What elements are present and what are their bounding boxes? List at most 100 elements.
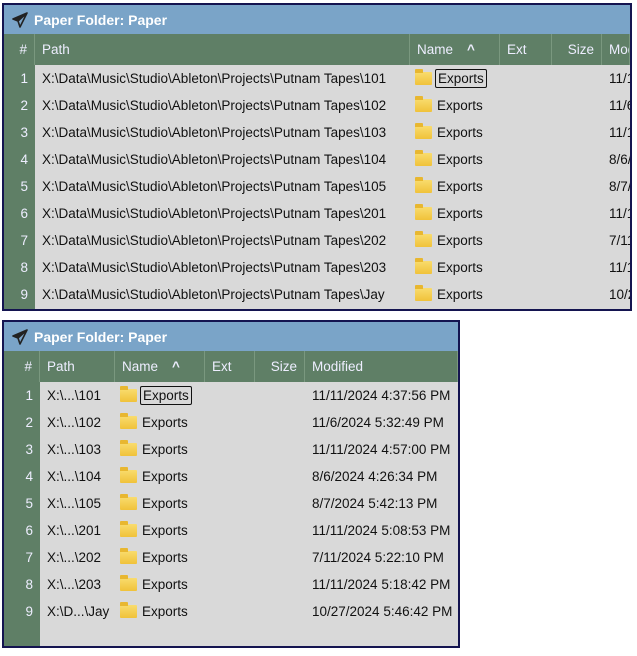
folder-icon <box>415 231 432 247</box>
cell-size-container <box>552 65 602 92</box>
table-row[interactable]: 6 X:\...\201 Exports 11/11/2024 5:08:53 PM <box>4 517 458 544</box>
table-row[interactable]: 5 X:\...\105 Exports 8/7/2024 5:42:13 PM <box>4 490 458 517</box>
cell-modified: 7/11/2024 5:22:10 PM <box>609 233 630 248</box>
cell-size-container <box>552 119 602 146</box>
cell-num-container: 6 <box>4 517 40 544</box>
cell-num: 7 <box>20 233 28 248</box>
cell-path-container: X:\...\101 <box>40 382 115 409</box>
cell-name: Exports <box>437 260 483 275</box>
cell-path-container: X:\...\102 <box>40 409 115 436</box>
cell-ext-container <box>500 92 552 119</box>
table-row[interactable]: 3 X:\Data\Music\Studio\Ableton\Projects\P… <box>4 119 630 146</box>
cell-path: X:\D...\Jay <box>47 604 110 619</box>
column-header-size[interactable]: Size <box>255 351 305 382</box>
cell-size-container <box>255 382 305 409</box>
cell-size-container <box>255 544 305 571</box>
table-row[interactable]: 8 X:\...\203 Exports 11/11/2024 5:18:42 PM <box>4 571 458 598</box>
cell-path-container: X:\...\202 <box>40 544 115 571</box>
cell-name: Exports <box>140 386 192 405</box>
cell-size-container <box>552 227 602 254</box>
cell-path: X:\Data\Music\Studio\Ableton\Projects\Pu… <box>42 152 387 167</box>
cell-modified-container: 11/11/2024 4:37:56 PM <box>305 382 458 409</box>
cell-size-container <box>255 598 305 625</box>
table-row[interactable]: 9 X:\D...\Jay Exports 10/27/2024 5:46:42 PM <box>4 598 458 625</box>
column-header-name[interactable]: Name ^ <box>115 351 205 382</box>
table-row[interactable]: 4 X:\Data\Music\Studio\Ableton\Projects\P… <box>4 146 630 173</box>
table-row[interactable]: 2 X:\...\102 Exports 11/6/2024 5:32:49 PM <box>4 409 458 436</box>
cell-num-container: 5 <box>4 173 35 200</box>
cell-size-container <box>255 409 305 436</box>
cell-path-container: X:\...\103 <box>40 436 115 463</box>
cell-ext-container <box>205 517 255 544</box>
cell-num: 5 <box>25 496 33 511</box>
cell-modified: 11/11/2024 4:57:00 PM <box>609 125 630 140</box>
cell-path: X:\...\101 <box>47 388 102 403</box>
folder-icon <box>120 548 137 564</box>
column-header-modified[interactable]: Modified <box>602 34 630 65</box>
cell-num: 9 <box>20 287 28 302</box>
cell-size-container <box>255 517 305 544</box>
table-row[interactable]: 8 X:\Data\Music\Studio\Ableton\Projects\P… <box>4 254 630 281</box>
panel-title-bar[interactable]: Paper Folder: Paper <box>4 5 630 34</box>
cell-num: 7 <box>25 550 33 565</box>
table-row[interactable]: 7 X:\...\202 Exports 7/11/2024 5:22:10 PM <box>4 544 458 571</box>
cell-modified: 8/7/2024 5:42:13 PM <box>609 179 630 194</box>
cell-modified-container: 11/6/2024 5:32:49 PM <box>602 92 630 119</box>
table-row[interactable]: 9 X:\Data\Music\Studio\Ableton\Projects\P… <box>4 281 630 308</box>
column-header-ext[interactable]: Ext <box>500 34 552 65</box>
column-size-label: Size <box>270 359 297 374</box>
cell-ext-container <box>500 146 552 173</box>
cell-modified-container: 8/7/2024 5:42:13 PM <box>602 173 630 200</box>
column-header-size[interactable]: Size <box>552 34 602 65</box>
table-row[interactable]: 2 X:\Data\Music\Studio\Ableton\Projects\P… <box>4 92 630 119</box>
cell-name: Exports <box>437 98 483 113</box>
file-list: 1 X:\Data\Music\Studio\Ableton\Projects\P… <box>4 65 630 308</box>
column-header-num[interactable]: # <box>4 351 40 382</box>
folder-icon <box>415 204 432 220</box>
cell-path-container: X:\Data\Music\Studio\Ableton\Projects\Pu… <box>35 173 410 200</box>
folder-icon <box>120 386 137 402</box>
column-header-name[interactable]: Name ^ <box>410 34 500 65</box>
table-row[interactable]: 7 X:\Data\Music\Studio\Ableton\Projects\P… <box>4 227 630 254</box>
cell-name-container: Exports <box>115 436 205 463</box>
cell-num: 6 <box>20 206 28 221</box>
cell-num: 4 <box>20 152 28 167</box>
panel-title-bar[interactable]: Paper Folder: Paper <box>4 322 458 351</box>
cell-name-container: Exports <box>115 382 205 409</box>
cell-path: X:\Data\Music\Studio\Ableton\Projects\Pu… <box>42 260 387 275</box>
cell-path: X:\...\103 <box>47 442 102 457</box>
panel-title: Paper Folder: Paper <box>34 11 168 28</box>
column-header-num[interactable]: # <box>4 34 35 65</box>
column-path-label: Path <box>42 42 70 57</box>
column-header-path[interactable]: Path <box>40 351 115 382</box>
cell-name: Exports <box>437 206 483 221</box>
table-row[interactable]: 1 X:\...\101 Exports 11/11/2024 4:37:56 PM <box>4 382 458 409</box>
folder-icon <box>120 575 137 591</box>
cell-name: Exports <box>142 469 188 484</box>
cell-size-container <box>255 463 305 490</box>
column-header-modified[interactable]: Modified <box>305 351 458 382</box>
cell-size-container <box>552 281 602 308</box>
cell-modified: 11/6/2024 5:32:49 PM <box>609 98 630 113</box>
column-header-path[interactable]: Path <box>35 34 410 65</box>
cell-name: Exports <box>435 69 487 88</box>
table-row[interactable]: 1 X:\Data\Music\Studio\Ableton\Projects\P… <box>4 65 630 92</box>
table-row[interactable]: 5 X:\Data\Music\Studio\Ableton\Projects\P… <box>4 173 630 200</box>
table-row[interactable]: 3 X:\...\103 Exports 11/11/2024 4:57:00 PM <box>4 436 458 463</box>
cell-name: Exports <box>142 496 188 511</box>
cell-modified-container: 11/11/2024 5:08:53 PM <box>305 517 458 544</box>
column-path-label: Path <box>47 359 75 374</box>
cell-name-container: Exports <box>115 571 205 598</box>
table-row[interactable]: 6 X:\Data\Music\Studio\Ableton\Projects\P… <box>4 200 630 227</box>
cell-num-container: 2 <box>4 409 40 436</box>
cell-ext-container <box>500 65 552 92</box>
cell-path: X:\Data\Music\Studio\Ableton\Projects\Pu… <box>42 71 387 86</box>
cell-modified-container: 11/6/2024 5:32:49 PM <box>305 409 458 436</box>
cell-path: X:\...\203 <box>47 577 102 592</box>
cell-name: Exports <box>437 179 483 194</box>
cell-modified-container: 7/11/2024 5:22:10 PM <box>602 227 630 254</box>
column-header-ext[interactable]: Ext <box>205 351 255 382</box>
cell-path-container: X:\Data\Music\Studio\Ableton\Projects\Pu… <box>35 119 410 146</box>
cell-name-container: Exports <box>410 65 500 92</box>
table-row[interactable]: 4 X:\...\104 Exports 8/6/2024 4:26:34 PM <box>4 463 458 490</box>
